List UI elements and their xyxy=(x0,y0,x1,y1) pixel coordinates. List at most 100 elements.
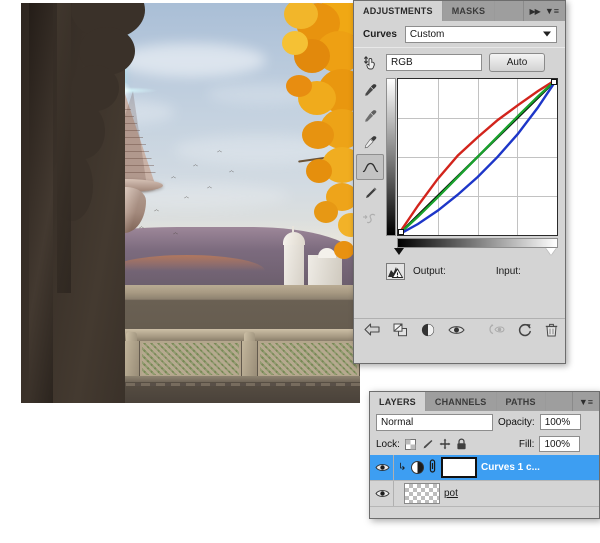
preview-previous-state-button[interactable] xyxy=(488,323,505,336)
auto-button[interactable]: Auto xyxy=(489,52,545,72)
return-to-adjustment-list-button[interactable] xyxy=(364,323,380,336)
lock-position-button[interactable] xyxy=(439,438,451,450)
input-gradient-bar xyxy=(397,238,558,248)
clipping-mask-arrow-icon: ↳ xyxy=(398,462,407,473)
table-row[interactable]: ↳ Curves 1 c... xyxy=(370,455,599,481)
layers-panel[interactable]: LAYERS CHANNELS PATHS ▼≡ Normal Opacity:… xyxy=(369,391,600,519)
collapse-panel-icon[interactable]: ▶▶ xyxy=(530,7,541,16)
curves-toolbar[interactable] xyxy=(356,50,384,232)
tab-channels-label: CHANNELS xyxy=(434,396,487,407)
curves-grid[interactable] xyxy=(397,78,558,236)
curve-point-tool[interactable] xyxy=(356,154,384,180)
lock-all-button[interactable] xyxy=(456,438,468,450)
opacity-label: Opacity: xyxy=(498,416,535,428)
lock-transparent-pixels-button[interactable] xyxy=(405,438,417,450)
layer-name[interactable]: Curves 1 c... xyxy=(481,462,540,473)
curve-green xyxy=(398,79,557,235)
curve-control-point-white[interactable] xyxy=(551,79,557,85)
leaf-cluster xyxy=(314,201,338,223)
leaf-cluster xyxy=(306,159,332,183)
arch-inner-column xyxy=(57,3,71,293)
bird: ︿ xyxy=(184,194,190,200)
layer-mask-thumbnail[interactable] xyxy=(441,457,477,478)
stone-arch-frame xyxy=(21,3,145,403)
leaf-cluster xyxy=(302,121,334,149)
adjustments-tabbar[interactable]: ADJUSTMENTS MASKS ▶▶ ▼≡ xyxy=(354,1,565,21)
arch-column xyxy=(29,3,53,403)
bird: ︿ xyxy=(229,168,235,174)
tab-paths[interactable]: PATHS xyxy=(496,392,546,411)
tab-masks-label: MASKS xyxy=(451,6,486,16)
fill-label: Fill: xyxy=(518,438,535,450)
smooth-curve-tool[interactable] xyxy=(356,206,384,232)
tab-layers-label: LAYERS xyxy=(379,396,416,407)
curves-main: RGB Auto xyxy=(386,50,561,255)
tab-channels[interactable]: CHANNELS xyxy=(425,392,497,411)
curves-title: Curves xyxy=(363,28,397,40)
blend-mode-select[interactable]: Normal xyxy=(376,413,493,431)
toggle-layer-visibility-button[interactable] xyxy=(372,455,394,480)
photoshop-screenshot: ︿ ︿ ︿ ︿ ︿ ︿ ︿ ︿ ︿ ︿ xyxy=(0,0,600,543)
panel-controls[interactable]: ▶▶ ▼≡ xyxy=(523,1,565,21)
tab-paths-label: PATHS xyxy=(505,396,536,407)
adjustment-layer-icon xyxy=(411,461,424,474)
tab-masks[interactable]: MASKS xyxy=(442,1,496,21)
adjustments-footer[interactable] xyxy=(354,318,565,340)
pencil-draw-tool[interactable] xyxy=(356,180,384,206)
blend-opacity-row[interactable]: Normal Opacity: 100% xyxy=(370,411,599,433)
toggle-layer-visibility-button[interactable] xyxy=(448,324,465,336)
tab-layers[interactable]: LAYERS xyxy=(370,392,426,411)
channel-row[interactable]: RGB Auto xyxy=(386,50,561,74)
channel-value: RGB xyxy=(391,56,413,68)
toggle-layer-mask-button[interactable] xyxy=(421,323,435,337)
fill-input[interactable]: 100% xyxy=(539,436,581,452)
preset-select[interactable]: Custom xyxy=(404,25,557,43)
leaf-cluster xyxy=(282,31,308,55)
auto-button-label: Auto xyxy=(506,56,528,68)
chevron-down-icon xyxy=(543,31,551,37)
clip-to-layer-button[interactable] xyxy=(393,323,408,337)
layers-tabbar[interactable]: LAYERS CHANNELS PATHS ▼≡ xyxy=(370,392,599,411)
shadow-input-marker[interactable] xyxy=(394,248,404,255)
output-input-row: Output: Input: xyxy=(386,260,561,282)
opacity-value: 100% xyxy=(544,416,571,428)
tab-adjustments[interactable]: ADJUSTMENTS xyxy=(354,1,443,21)
leaf-cluster xyxy=(286,75,312,97)
blend-mode-value: Normal xyxy=(381,416,414,428)
panel-menu-icon[interactable]: ▼≡ xyxy=(545,6,559,16)
lattice-panel xyxy=(140,341,241,377)
channel-select[interactable]: RGB xyxy=(386,53,482,71)
layer-name[interactable]: pot xyxy=(444,488,458,499)
lock-image-pixels-button[interactable] xyxy=(422,438,434,450)
highlight-input-marker[interactable] xyxy=(546,248,556,255)
leaf-cluster xyxy=(334,241,354,259)
tabbar-filler xyxy=(495,1,524,21)
eyedropper-black-tool[interactable] xyxy=(356,76,384,102)
output-label: Output: xyxy=(413,265,446,277)
adjustments-panel[interactable]: ADJUSTMENTS MASKS ▶▶ ▼≡ Curves Custom RG… xyxy=(353,0,566,364)
preset-row[interactable]: Curves Custom xyxy=(354,21,565,47)
scrubby-adjust-tool[interactable] xyxy=(356,50,384,76)
link-layers-icon[interactable] xyxy=(428,459,437,476)
document-canvas[interactable]: ︿ ︿ ︿ ︿ ︿ ︿ ︿ ︿ ︿ ︿ xyxy=(0,0,360,406)
toggle-layer-visibility-button[interactable] xyxy=(372,481,394,506)
lock-fill-row[interactable]: Lock: Fill: 100% xyxy=(370,433,599,455)
opacity-input[interactable]: 100% xyxy=(539,414,581,430)
input-label: Input: xyxy=(495,265,521,277)
preset-value: Custom xyxy=(409,28,445,40)
eyedropper-white-tool[interactable] xyxy=(356,128,384,154)
panel-menu-icon[interactable]: ▼≡ xyxy=(579,397,593,407)
delete-adjustment-layer-button[interactable] xyxy=(545,323,558,337)
curve-control-point-black[interactable] xyxy=(398,229,404,235)
bird: ︿ xyxy=(154,207,160,213)
layers-panel-controls[interactable]: ▼≡ xyxy=(572,392,599,411)
layer-thumbnail[interactable] xyxy=(404,483,440,504)
lock-label: Lock: xyxy=(376,438,400,450)
bird: ︿ xyxy=(193,162,199,168)
histogram-warning-icon[interactable] xyxy=(386,262,405,280)
bird: ︿ xyxy=(171,174,177,180)
eyedropper-gray-tool[interactable] xyxy=(356,102,384,128)
composite-photo[interactable]: ︿ ︿ ︿ ︿ ︿ ︿ ︿ ︿ ︿ ︿ xyxy=(21,3,360,403)
reset-adjustment-button[interactable] xyxy=(518,323,532,337)
table-row[interactable]: pot xyxy=(370,481,599,507)
